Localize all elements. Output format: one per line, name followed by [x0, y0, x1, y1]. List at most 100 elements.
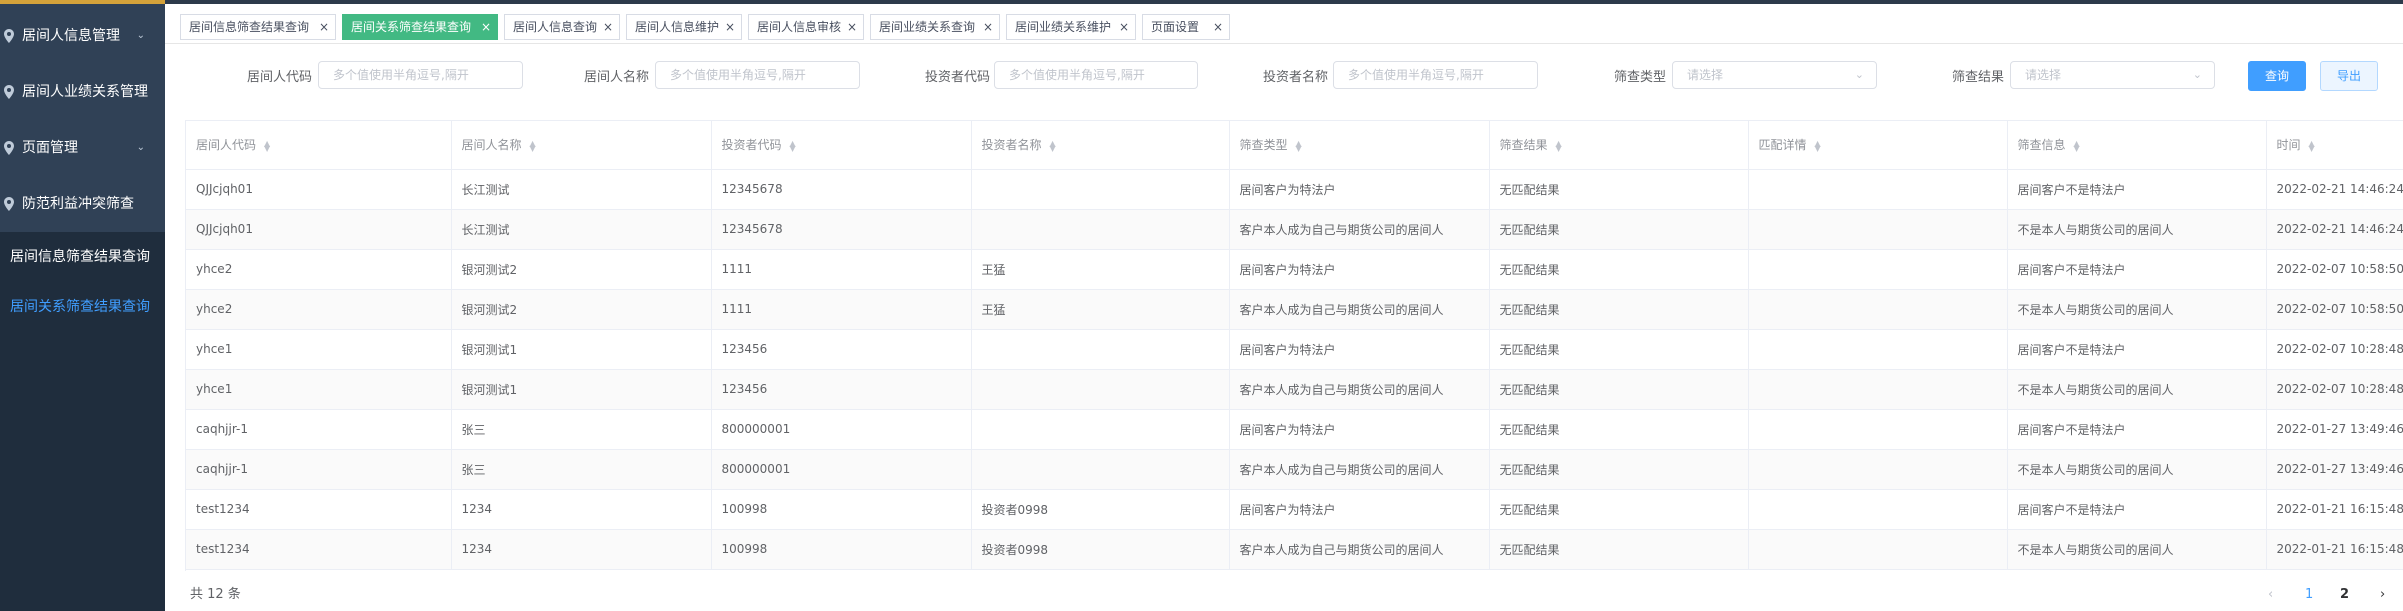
table-cell: 不是本人与期货公司的居间人 [2007, 289, 2267, 330]
table-row[interactable]: yhce2 银河测试2 1111 王猛 居间客户为特法户 无匹配结果 居间客户不是特法户 20… [186, 249, 2403, 290]
table-cell: 无匹配结果 [1489, 169, 1749, 210]
table-cell: 1111 [711, 249, 972, 290]
tab-agent-info-review[interactable]: 居间人信息审核 × [748, 14, 864, 40]
sort-caret-icon[interactable]: ▲ ▼ [1050, 139, 1056, 152]
tab-agent-info-query[interactable]: 居间人信息查询 × [504, 14, 620, 40]
tab-page-settings[interactable]: 页面设置 × [1142, 14, 1230, 40]
tab-relation-screening[interactable]: 居间关系筛查结果查询 × [342, 14, 498, 40]
tab-info-screening[interactable]: 居间信息筛查结果查询 × [180, 14, 336, 40]
screen-type-placeholder: 请选择 [1687, 68, 1724, 82]
close-icon[interactable]: × [725, 15, 735, 39]
table-cell: 张三 [451, 409, 712, 450]
tab-label: 居间人信息审核 [757, 20, 842, 34]
table-cell: 居间客户不是特法户 [2007, 409, 2267, 450]
sidebar-subitem-relation-screening[interactable]: 居间关系筛查结果查询 [0, 282, 165, 332]
sidebar-item-conflict-screening[interactable]: 防范利益冲突筛查 [0, 176, 165, 232]
close-icon[interactable]: × [1119, 15, 1129, 39]
agent-name-input[interactable] [655, 61, 860, 89]
table-row[interactable]: test1234 1234 100998 投资者0998 客户本人成为自己与期货公司的居… [186, 529, 2403, 570]
table-cell: 800000001 [711, 409, 972, 450]
page-1[interactable]: 1 [2305, 585, 2313, 605]
table-cell: 客户本人成为自己与期货公司的居间人 [1229, 289, 1490, 330]
close-icon[interactable]: × [319, 15, 329, 39]
chevron-left-icon[interactable]: ‹ [2268, 585, 2273, 605]
table-cell: 银河测试2 [451, 249, 712, 290]
page-2[interactable]: 2 [2340, 585, 2349, 605]
column-header[interactable]: 筛查类型 ▲ ▼ [1229, 121, 1490, 170]
column-header[interactable]: 时间 ▲ ▼ [2266, 121, 2403, 170]
sort-caret-icon[interactable]: ▲ ▼ [530, 139, 536, 152]
table-cell: caqhjjr-1 [186, 409, 452, 450]
sort-caret-icon[interactable]: ▲ ▼ [1296, 139, 1302, 152]
tab-agent-info-maintain[interactable]: 居间人信息维护 × [626, 14, 742, 40]
table-row[interactable]: QJJcjqh01 长江测试 12345678 居间客户为特法户 无匹配结果 居间客户不是… [186, 169, 2403, 210]
close-icon[interactable]: × [983, 15, 993, 39]
sidebar-submenu-bg [0, 332, 165, 611]
query-button[interactable]: 查询 [2248, 61, 2306, 91]
table-cell: 居间客户为特法户 [1229, 329, 1490, 370]
column-header[interactable]: 筛查结果 ▲ ▼ [1489, 121, 1749, 170]
sort-caret-icon[interactable]: ▲ ▼ [2309, 139, 2315, 152]
tab-label: 居间业绩关系维护 [1015, 20, 1112, 34]
table-cell: test1234 [186, 489, 452, 530]
column-header[interactable]: 投资者代码 ▲ ▼ [711, 121, 972, 170]
sidebar-item-page-management[interactable]: 页面管理 ⌄ [0, 120, 165, 176]
close-icon[interactable]: × [847, 15, 857, 39]
sort-caret-icon[interactable]: ▲ ▼ [1815, 139, 1821, 152]
tab-label: 居间关系筛查结果查询 [351, 20, 472, 34]
sidebar-subitem-info-screening[interactable]: 居间信息筛查结果查询 [0, 232, 165, 282]
screen-type-select[interactable]: 请选择 ⌄ [1672, 61, 1877, 89]
table-row[interactable]: yhce1 银河测试1 123456 客户本人成为自己与期货公司的居间人 无匹配结果 不是… [186, 369, 2403, 410]
location-pin-icon [4, 141, 14, 155]
table-row[interactable]: yhce1 银河测试1 123456 居间客户为特法户 无匹配结果 居间客户不是特法户 20… [186, 329, 2403, 370]
sort-caret-icon[interactable]: ▲ ▼ [1556, 139, 1562, 152]
location-pin-icon [4, 197, 14, 211]
column-header[interactable]: 居间人名称 ▲ ▼ [451, 121, 712, 170]
table-cell: QJJcjqh01 [186, 169, 452, 210]
table-cell: 2022-02-21 14:46:24 [2266, 209, 2403, 250]
column-header-label: 居间人代码 [196, 138, 257, 153]
close-icon[interactable]: × [1213, 15, 1223, 39]
export-button[interactable]: 导出 [2320, 61, 2378, 91]
table-row[interactable]: caqhjjr-1 张三 800000001 客户本人成为自己与期货公司的居间人 无匹配… [186, 449, 2403, 490]
close-icon[interactable]: × [481, 15, 491, 39]
table-row[interactable]: caqhjjr-1 张三 800000001 居间客户为特法户 无匹配结果 居间客户不是特… [186, 409, 2403, 450]
table-cell: yhce1 [186, 329, 452, 370]
table-cell [1748, 209, 2008, 250]
column-header-label: 时间 [2276, 138, 2301, 153]
investor-code-input[interactable] [994, 61, 1198, 89]
table-cell: 无匹配结果 [1489, 529, 1749, 570]
table-cell [971, 209, 1230, 250]
column-header[interactable]: 投资者名称 ▲ ▼ [971, 121, 1230, 170]
table-cell: 123456 [711, 369, 972, 410]
investor-code-label: 投资者代码 [924, 70, 990, 85]
table-row[interactable]: QJJcjqh01 长江测试 12345678 客户本人成为自己与期货公司的居间人 无匹… [186, 209, 2403, 250]
investor-name-input[interactable] [1333, 61, 1538, 89]
sidebar-item-agent-performance[interactable]: 居间人业绩关系管理 [0, 64, 165, 120]
table-body: QJJcjqh01 长江测试 12345678 居间客户为特法户 无匹配结果 居间客户不是… [186, 169, 2403, 570]
table-cell [1748, 169, 2008, 210]
sort-caret-icon[interactable]: ▲ ▼ [264, 139, 270, 152]
table-cell: 2022-01-27 13:49:46 [2266, 449, 2403, 490]
column-header[interactable]: 居间人代码 ▲ ▼ [186, 121, 452, 170]
column-header[interactable]: 匹配详情 ▲ ▼ [1748, 121, 2008, 170]
sort-caret-icon[interactable]: ▲ ▼ [2074, 139, 2080, 152]
column-header[interactable]: 筛查信息 ▲ ▼ [2007, 121, 2267, 170]
table-cell: 2022-02-07 10:58:50 [2266, 249, 2403, 290]
table-row[interactable]: test1234 1234 100998 投资者0998 居间客户为特法户 无匹配结果 居间… [186, 489, 2403, 530]
table-cell [971, 449, 1230, 490]
table-cell: 无匹配结果 [1489, 209, 1749, 250]
chevron-right-icon[interactable]: › [2380, 585, 2385, 605]
table-cell: 无匹配结果 [1489, 449, 1749, 490]
sidebar-item-agent-info[interactable]: 居间人信息管理 ⌄ [0, 8, 165, 64]
agent-code-input[interactable] [318, 61, 523, 89]
table-cell: test1234 [186, 529, 452, 570]
table-cell: 2022-02-07 10:28:48 [2266, 369, 2403, 410]
screen-result-label: 筛查结果 [1951, 70, 2004, 85]
tab-performance-maintain[interactable]: 居间业绩关系维护 × [1006, 14, 1136, 40]
table-row[interactable]: yhce2 银河测试2 1111 王猛 客户本人成为自己与期货公司的居间人 无匹配结果 不是… [186, 289, 2403, 330]
close-icon[interactable]: × [603, 15, 613, 39]
tab-performance-query[interactable]: 居间业绩关系查询 × [870, 14, 1000, 40]
screen-result-select[interactable]: 请选择 ⌄ [2010, 61, 2215, 89]
sort-caret-icon[interactable]: ▲ ▼ [790, 139, 796, 152]
